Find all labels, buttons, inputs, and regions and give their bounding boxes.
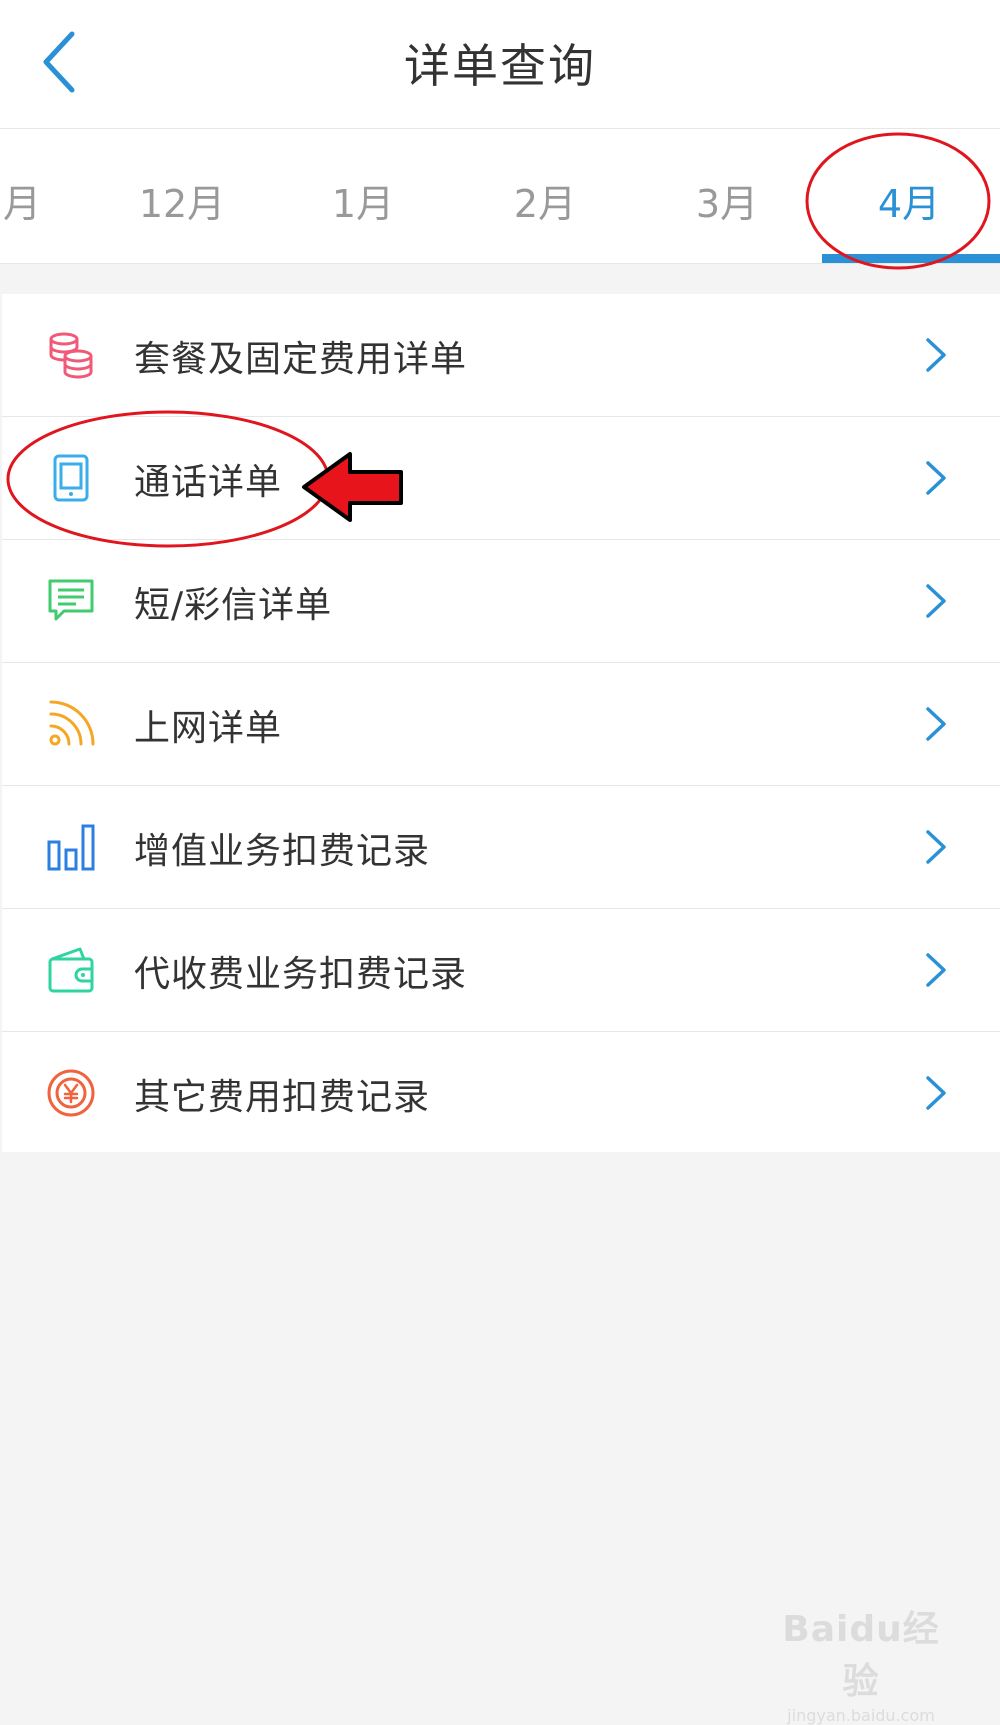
list-item-label: 其它费用扣费记录 <box>134 1077 431 1118</box>
tablet-icon <box>53 454 89 502</box>
tab-month-12[interactable]: 12月 <box>91 173 273 233</box>
detail-list: 套餐及固定费用详单 通话详单 短/彩信详单 上网详单 增值业务扣费记录 代收费业… <box>2 294 1000 1152</box>
tab-month-3[interactable]: 3月 <box>636 173 818 233</box>
chevron-right-icon <box>926 584 946 618</box>
list-item-call-details[interactable]: 通话详单 <box>2 417 1000 540</box>
list-item-value-added-charges[interactable]: 增值业务扣费记录 <box>2 786 1000 909</box>
chevron-right-icon <box>926 830 946 864</box>
list-item-internet-details[interactable]: 上网详单 <box>2 663 1000 786</box>
message-icon <box>48 579 94 621</box>
list-item-label: 增值业务扣费记录 <box>134 831 431 872</box>
active-tab-indicator <box>822 254 1000 263</box>
baidu-jingyan-watermark: Baidu经验 jingyan.baidu.com <box>766 1600 956 1725</box>
list-item-collection-charges[interactable]: 代收费业务扣费记录 <box>2 909 1000 1032</box>
list-item-other-charges[interactable]: 其它费用扣费记录 <box>2 1032 1000 1152</box>
watermark-brand: Baidu经验 <box>782 1609 940 1702</box>
rss-icon <box>49 700 95 746</box>
list-item-label: 短/彩信详单 <box>134 585 333 626</box>
list-item-label: 上网详单 <box>134 708 283 749</box>
month-tabs: 月 12月 1月 2月 3月 4月 <box>0 129 1000 264</box>
yuan-coin-icon <box>47 1069 95 1117</box>
chevron-right-icon <box>926 461 946 495</box>
wallet-icon <box>48 947 94 993</box>
chevron-right-icon <box>926 1076 946 1110</box>
chevron-right-icon <box>926 953 946 987</box>
list-item-label: 套餐及固定费用详单 <box>134 339 468 380</box>
watermark-url: jingyan.baidu.com <box>787 1706 935 1725</box>
chevron-right-icon <box>926 707 946 741</box>
list-item-label: 通话详单 <box>134 462 283 503</box>
tab-month-1[interactable]: 1月 <box>272 173 454 233</box>
list-item-package-fees[interactable]: 套餐及固定费用详单 <box>2 294 1000 417</box>
page-title: 详单查询 <box>404 39 596 93</box>
list-item-sms-mms-details[interactable]: 短/彩信详单 <box>2 540 1000 663</box>
chevron-right-icon <box>926 338 946 372</box>
list-item-label: 代收费业务扣费记录 <box>134 954 468 995</box>
top-bar: 详单查询 <box>0 0 1000 129</box>
tab-month-4[interactable]: 4月 <box>818 173 1000 233</box>
bar-chart-icon <box>47 824 95 871</box>
coin-stack-icon <box>49 332 93 379</box>
tab-month-2[interactable]: 2月 <box>454 173 636 233</box>
